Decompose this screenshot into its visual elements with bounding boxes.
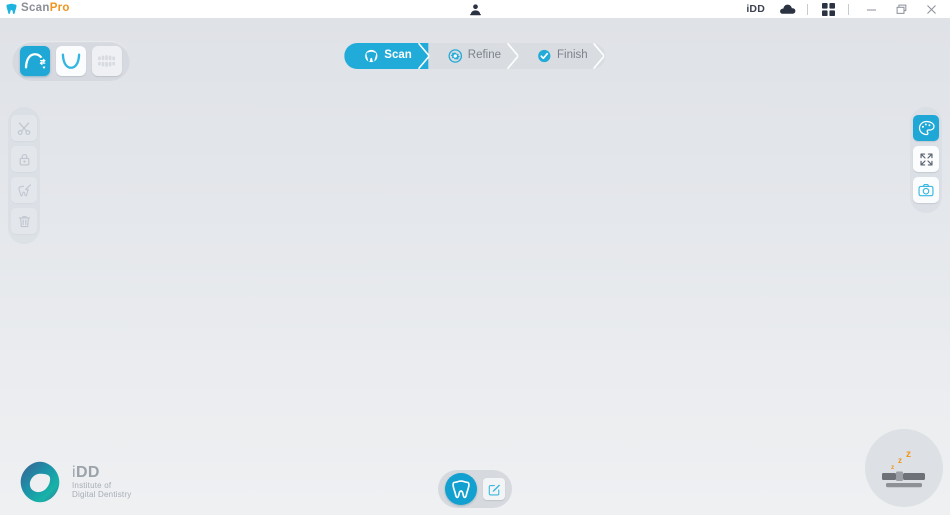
- workflow-steps: Scan Refine Finish: [344, 43, 606, 69]
- upper-arch-icon: [24, 53, 47, 69]
- lock-icon: [19, 153, 29, 166]
- right-tool-rail: [910, 107, 942, 213]
- user-icon: [469, 3, 481, 15]
- step-chevron-icon: [593, 43, 605, 69]
- fill-tool-button[interactable]: [11, 177, 37, 203]
- account-button[interactable]: [462, 0, 488, 19]
- idd-logo: iDD Institute of Digital Dentistry: [17, 459, 131, 505]
- idd-title: iDD: [72, 464, 100, 482]
- idd-logo-text: iDD Institute of Digital Dentistry: [72, 464, 131, 500]
- lock-tool-button[interactable]: [11, 146, 37, 172]
- edit-square-icon: [488, 483, 500, 496]
- tooth-tool-icon: [17, 183, 31, 196]
- application-window: ScanPro iDD Scan Refine Finish iDD Insti…: [0, 0, 950, 515]
- color-mode-button[interactable]: [913, 115, 939, 141]
- step-refine[interactable]: Refine: [428, 43, 519, 69]
- title-bar: ScanPro iDD: [0, 0, 950, 19]
- svg-text:z: z: [891, 464, 895, 471]
- camera-icon: [918, 184, 934, 197]
- svg-text:z: z: [906, 449, 911, 460]
- svg-text:z: z: [898, 456, 902, 465]
- arch-button-upper[interactable]: [20, 46, 50, 76]
- arch-button-lower[interactable]: [56, 46, 86, 76]
- palette-icon: [918, 120, 935, 135]
- scissors-icon: [17, 122, 30, 135]
- scan-canvas[interactable]: Scan Refine Finish iDD Institute of Digi…: [0, 19, 950, 515]
- step-refine-label: Refine: [467, 49, 502, 62]
- expand-arrows-icon: [919, 152, 933, 166]
- model-toolbar: [438, 470, 512, 508]
- trash-icon: [18, 215, 30, 227]
- edit-model-button[interactable]: [483, 478, 505, 500]
- screenshot-button[interactable]: [913, 177, 939, 203]
- step-finish-label: Finish: [557, 49, 588, 62]
- step-finish[interactable]: Finish: [517, 43, 605, 69]
- scanner-status-indicator[interactable]: z z z: [865, 429, 943, 507]
- model-view-button[interactable]: [445, 473, 477, 505]
- bite-registration-icon: [98, 55, 115, 67]
- tooth-circle-icon: [365, 49, 378, 63]
- arch-button-bite[interactable]: [92, 46, 122, 76]
- tooth-icon: [452, 479, 470, 498]
- step-scan[interactable]: Scan: [344, 43, 429, 69]
- trim-tool-button[interactable]: [11, 115, 37, 141]
- arch-selector-toolbar: [12, 41, 130, 81]
- scanner-sleep-icon: z z z: [882, 449, 925, 488]
- idd-subtitle-line2: Digital Dentistry: [72, 489, 132, 499]
- idd-triangle-icon: [20, 461, 60, 503]
- step-scan-label: Scan: [384, 49, 412, 62]
- title-bar-center: [0, 0, 950, 19]
- left-tool-rail: [8, 107, 40, 244]
- check-circle-icon: [537, 49, 551, 63]
- lower-arch-icon: [61, 53, 81, 69]
- fit-to-view-button[interactable]: [913, 146, 939, 172]
- delete-tool-button[interactable]: [11, 208, 37, 234]
- gear-icon: [448, 49, 462, 63]
